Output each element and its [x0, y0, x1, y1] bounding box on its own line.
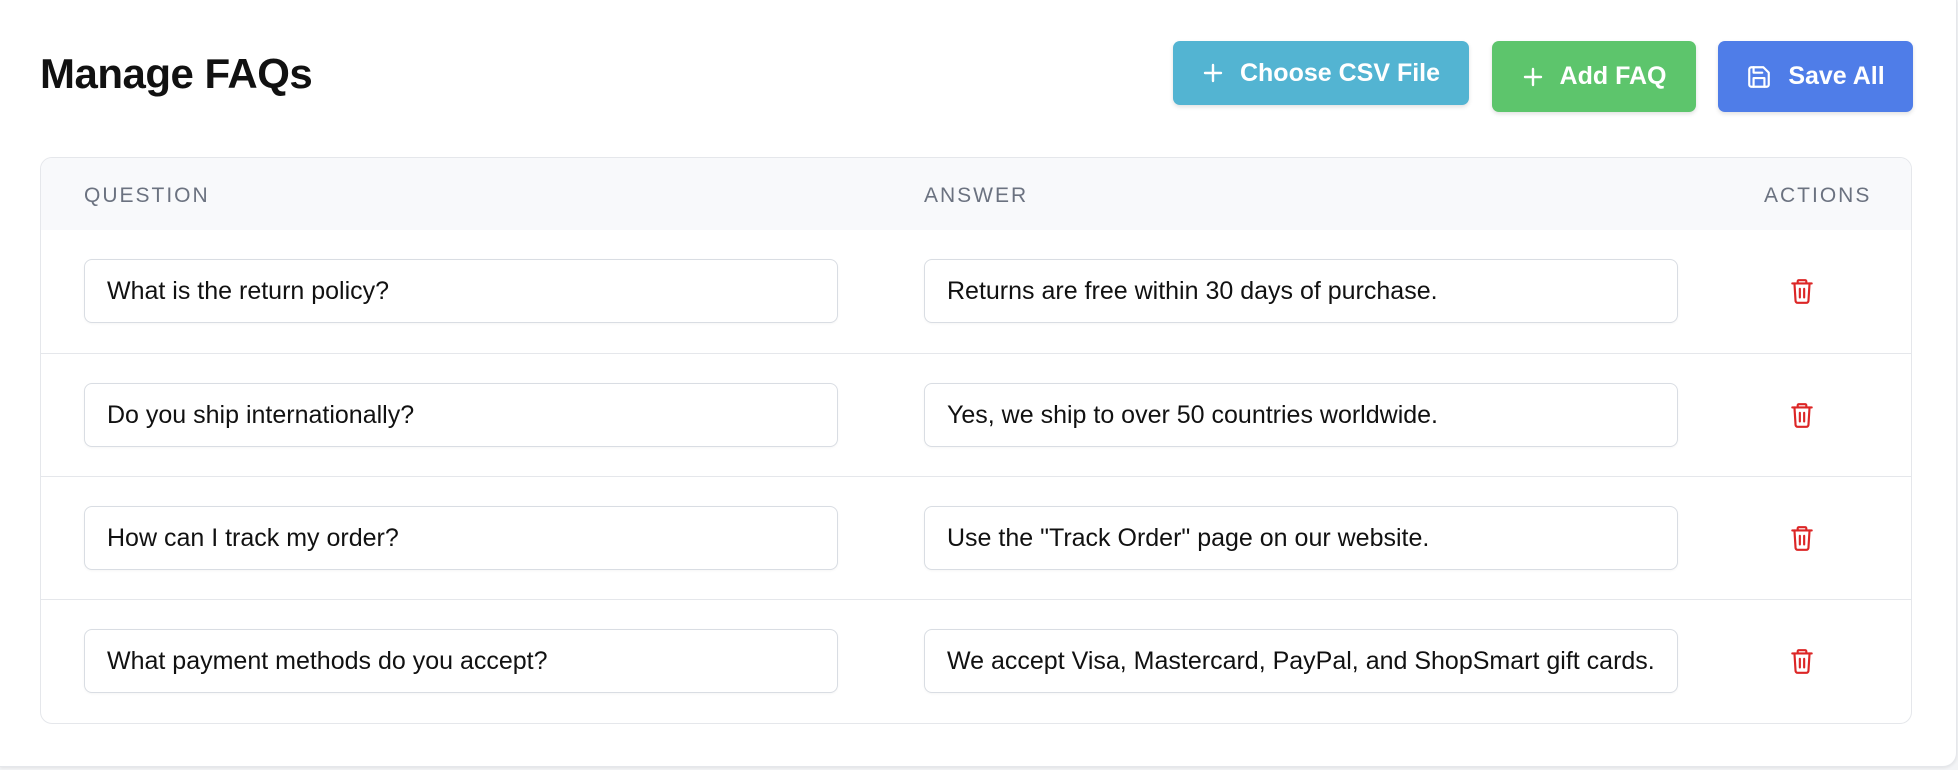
answer-input[interactable] — [924, 383, 1678, 447]
faq-card: Manage FAQs Choose CSV File Add FAQ Save… — [0, 0, 1957, 767]
table-row — [41, 230, 1911, 353]
delete-button[interactable] — [1785, 523, 1819, 557]
trash-icon — [1789, 647, 1815, 680]
delete-button[interactable] — [1785, 646, 1819, 680]
question-input[interactable] — [84, 506, 838, 570]
answer-input[interactable] — [924, 259, 1678, 323]
table-row — [41, 476, 1911, 599]
save-all-label: Save All — [1788, 62, 1885, 90]
trash-icon — [1789, 524, 1815, 557]
question-input[interactable] — [84, 259, 838, 323]
save-all-button[interactable]: Save All — [1718, 41, 1913, 112]
table-row — [41, 599, 1911, 722]
add-faq-button[interactable]: Add FAQ — [1492, 41, 1696, 112]
delete-button[interactable] — [1785, 400, 1819, 434]
question-input[interactable] — [84, 629, 838, 693]
save-icon — [1746, 64, 1772, 90]
answer-input[interactable] — [924, 506, 1678, 570]
page-title: Manage FAQs — [40, 50, 313, 97]
question-input[interactable] — [84, 383, 838, 447]
trash-icon — [1789, 277, 1815, 310]
plus-icon — [1522, 66, 1544, 88]
faq-table: QUESTION ANSWER ACTIONS — [40, 157, 1912, 724]
answer-input[interactable] — [924, 629, 1678, 693]
delete-button[interactable] — [1785, 276, 1819, 310]
trash-icon — [1789, 401, 1815, 434]
column-header-actions: ACTIONS — [1764, 184, 1872, 207]
table-header: QUESTION ANSWER ACTIONS — [41, 158, 1911, 230]
add-faq-label: Add FAQ — [1559, 62, 1667, 90]
choose-csv-button[interactable]: Choose CSV File — [1173, 41, 1469, 105]
plus-icon — [1202, 62, 1224, 84]
column-header-question: QUESTION — [84, 184, 210, 207]
column-header-answer: ANSWER — [924, 184, 1029, 207]
table-row — [41, 353, 1911, 476]
choose-csv-label: Choose CSV File — [1239, 58, 1441, 87]
